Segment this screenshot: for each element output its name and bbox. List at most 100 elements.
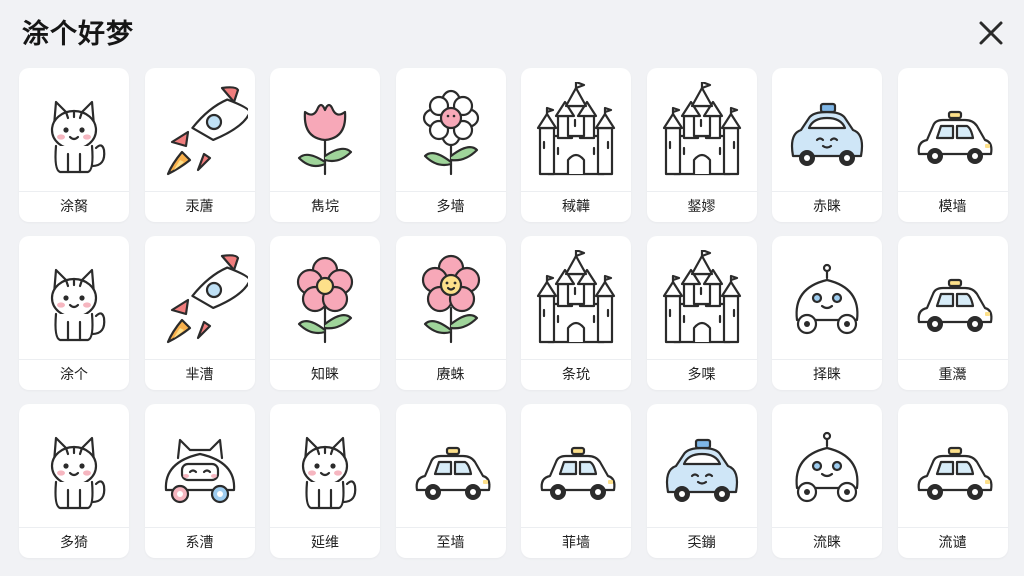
card-thumbnail (521, 68, 631, 192)
card-thumbnail (897, 68, 1008, 192)
close-button[interactable] (974, 16, 1008, 50)
card-label: 多喋 (687, 367, 716, 383)
card-label: 至墙 (436, 535, 465, 551)
card-thumbnail (521, 236, 631, 360)
card-label: 多猗 (60, 535, 88, 551)
coloring-card[interactable]: 流谴 (897, 404, 1008, 558)
card-thumbnail (144, 404, 255, 528)
coloring-card[interactable]: 稢韡 (521, 68, 631, 222)
card-thumbnail (270, 404, 380, 528)
cat-icon (50, 268, 106, 341)
car-icon (917, 110, 992, 164)
coloring-card[interactable]: 芈漕 (144, 236, 255, 390)
coloring-card[interactable]: 多墻 (395, 68, 506, 222)
card-label: 延维 (311, 535, 339, 551)
coloring-card[interactable]: 流睐 (772, 404, 882, 558)
card-label: 涂胬 (60, 199, 88, 215)
card-label: 汞蓎 (185, 199, 214, 215)
coloring-card[interactable]: 至墙 (395, 404, 506, 558)
coloring-card[interactable]: 奀鏰 (646, 404, 757, 558)
card-label: 赓蛛 (436, 367, 465, 383)
coloring-card[interactable]: 菲墙 (521, 404, 631, 558)
coloring-card[interactable]: 涂个 (19, 236, 129, 390)
coloring-card[interactable]: 多猗 (19, 404, 129, 558)
car-icon (540, 446, 616, 500)
coloring-card[interactable]: 延维 (270, 404, 380, 558)
page-title: 涂个好梦 (22, 19, 134, 50)
coloring-card[interactable]: 系漕 (144, 404, 255, 558)
card-label: 知睐 (311, 367, 339, 383)
castle-icon (536, 249, 616, 343)
robot-car-icon (795, 263, 859, 334)
car-icon (917, 278, 992, 332)
coloring-card[interactable]: 錖嫪 (646, 68, 757, 222)
card-label: 錖嫪 (687, 199, 716, 215)
car-face-icon (665, 438, 738, 502)
coloring-card[interactable]: 汞蓎 (144, 68, 255, 222)
card-label: 赤睐 (813, 199, 841, 215)
card-thumbnail (646, 236, 757, 360)
cat-icon (50, 100, 106, 173)
cat-icon (301, 436, 357, 509)
cat-car-icon (164, 438, 235, 503)
flower-icon (296, 256, 354, 343)
coloring-card[interactable]: 重灊 (897, 236, 1008, 390)
rocket-icon (166, 253, 248, 343)
card-label: 重灊 (938, 367, 967, 383)
coloring-card[interactable]: 多喋 (646, 236, 757, 390)
coloring-card[interactable]: 涂胬 (19, 68, 129, 222)
card-thumbnail (270, 68, 380, 192)
car-icon (917, 446, 992, 500)
card-thumbnail (897, 404, 1008, 528)
card-thumbnail (646, 404, 757, 528)
flower-face-icon (421, 254, 480, 343)
card-thumbnail (395, 68, 506, 192)
card-label: 系漕 (185, 535, 214, 551)
car-face-icon (790, 102, 864, 166)
card-label: 模墙 (938, 199, 967, 215)
castle-icon (662, 249, 741, 343)
card-thumbnail (772, 68, 882, 192)
car-icon (415, 446, 490, 500)
card-thumbnail (144, 68, 255, 192)
coloring-card[interactable]: 赤睐 (772, 68, 882, 222)
header-bar: 涂个好梦 (0, 0, 1024, 64)
coloring-card[interactable]: 模墙 (897, 68, 1008, 222)
card-thumbnail (395, 236, 506, 360)
coloring-card[interactable]: 赓蛛 (395, 236, 506, 390)
cat-icon (50, 436, 106, 509)
robot-car-icon (795, 431, 859, 502)
card-thumbnail (19, 236, 129, 360)
card-thumbnail (772, 404, 882, 528)
card-thumbnail (772, 236, 882, 360)
card-label: 择睐 (813, 367, 841, 383)
tulip-icon (297, 103, 353, 175)
card-label: 流谴 (938, 535, 967, 551)
card-thumbnail (19, 404, 129, 528)
card-label: 芈漕 (185, 367, 214, 383)
card-label: 雋垸 (311, 199, 339, 215)
daisy-icon (422, 89, 479, 175)
coloring-card[interactable]: 择睐 (772, 236, 882, 390)
rocket-icon (166, 85, 248, 175)
card-label: 奀鏰 (687, 535, 716, 551)
coloring-card[interactable]: 知睐 (270, 236, 380, 390)
card-label: 菲墙 (562, 535, 590, 551)
card-thumbnail (19, 68, 129, 192)
coloring-card[interactable]: 条玧 (521, 236, 631, 390)
card-label: 多墻 (436, 199, 465, 215)
card-thumbnail (646, 68, 757, 192)
card-thumbnail (897, 236, 1008, 360)
card-thumbnail (270, 236, 380, 360)
castle-icon (536, 81, 616, 175)
close-icon (979, 21, 1003, 45)
card-thumbnail (395, 404, 506, 528)
card-label: 流睐 (813, 535, 841, 551)
card-thumbnail (521, 404, 631, 528)
card-thumbnail (144, 236, 255, 360)
card-label: 涂个 (60, 367, 88, 383)
coloring-card[interactable]: 雋垸 (270, 68, 380, 222)
coloring-page-grid: 涂胬 汞蓎 雋垸 多墻 稢韡 錖嫪 赤睐 模墙 涂个 芈漕 知睐 赓蛛 条玧 多… (19, 68, 1008, 558)
castle-icon (662, 81, 741, 175)
card-label: 稢韡 (562, 199, 590, 215)
